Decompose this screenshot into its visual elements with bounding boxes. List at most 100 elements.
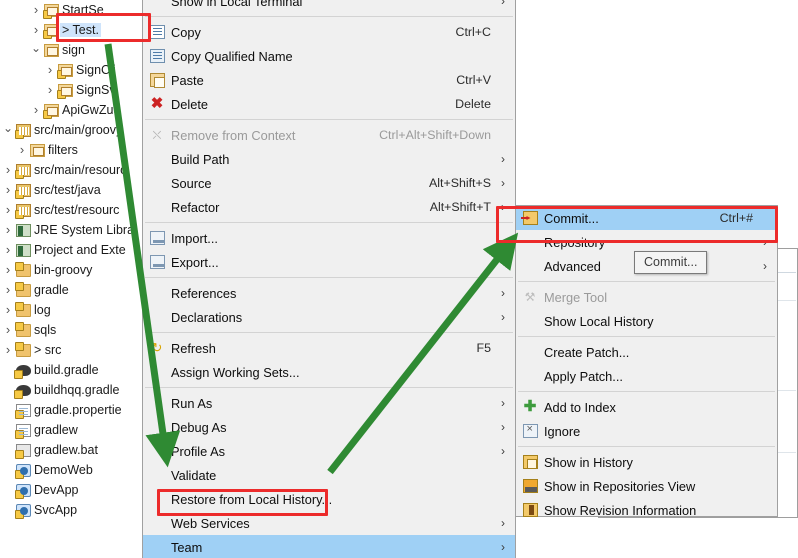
tree-item[interactable]: > Test. — [0, 20, 142, 40]
tree-item[interactable]: JRE System Libra — [0, 220, 142, 240]
gradle-file-icon — [13, 364, 32, 379]
tree-item[interactable]: > src — [0, 340, 142, 360]
export-icon-glyph — [149, 255, 165, 269]
tree-item[interactable]: gradlew — [0, 420, 142, 440]
tree-item[interactable]: log — [0, 300, 142, 320]
menu-item-export[interactable]: Export...› — [143, 250, 515, 274]
menu-item-show-in-local-terminal[interactable]: Show in Local Terminal › — [143, 0, 515, 13]
tree-item[interactable]: src/test/resourc — [0, 200, 142, 220]
tree-item-label: DevApp — [34, 483, 79, 497]
chevron-closed-icon[interactable] — [30, 3, 42, 17]
menu-item-paste[interactable]: PasteCtrl+V› — [143, 68, 515, 92]
menu-item-label: Create Patch... — [544, 344, 630, 360]
menu-item-apply-patch[interactable]: Apply Patch...› — [516, 364, 777, 388]
menu-item-debug-as[interactable]: Debug As › — [143, 415, 515, 439]
tree-item[interactable]: gradlew.bat — [0, 440, 142, 460]
chevron-closed-icon[interactable] — [2, 243, 14, 257]
menu-item-show-local-history[interactable]: Show Local History› — [516, 309, 777, 333]
menu-item-assign-working-sets[interactable]: Assign Working Sets...› — [143, 360, 515, 384]
gradle-file-icon-glyph — [13, 384, 31, 399]
menu-item-team[interactable]: Team › — [143, 535, 515, 558]
source-folder-icon-glyph — [14, 123, 31, 139]
tree-item[interactable]: bin-groovy — [0, 260, 142, 280]
menu-item-validate[interactable]: Validate› — [143, 463, 515, 487]
menu-item-show-revision-information[interactable]: Show Revision Information› — [516, 498, 777, 522]
menu-item-show-in-history[interactable]: Show in History› — [516, 450, 777, 474]
menu-item-merge-tool: ⚒Merge Tool› — [516, 285, 777, 309]
menu-item-web-services[interactable]: Web Services › — [143, 511, 515, 535]
menu-item-run-as[interactable]: Run As › — [143, 391, 515, 415]
tree-item[interactable]: filters — [0, 140, 142, 160]
chevron-open-icon[interactable] — [2, 124, 14, 137]
source-folder-icon — [14, 203, 32, 219]
menu-item-build-path[interactable]: Build Path › — [143, 147, 515, 171]
chevron-open-icon[interactable] — [30, 44, 42, 57]
tree-item-label: filters — [48, 143, 78, 157]
menu-item-create-patch[interactable]: Create Patch...› — [516, 340, 777, 364]
tree-item[interactable]: DemoWeb — [0, 460, 142, 480]
chevron-closed-icon[interactable] — [30, 103, 42, 117]
tree-item[interactable]: Project and Exte — [0, 240, 142, 260]
paste-icon-glyph — [149, 73, 165, 88]
tree-item[interactable]: buildhqq.gradle — [0, 380, 142, 400]
tree-item[interactable]: gradle.propertie — [0, 400, 142, 420]
menu-item-add-to-index[interactable]: ✚Add to Index› — [516, 395, 777, 419]
tree-item-label: gradlew — [34, 423, 78, 437]
project-explorer-tree[interactable]: StartSe > Test. sign SignCli SignSv ApiGwZuu s… — [0, 0, 142, 558]
menu-item-copy[interactable]: CopyCtrl+C› — [143, 20, 515, 44]
tree-item-label: SvcApp — [34, 503, 78, 517]
tree-item[interactable]: build.gradle — [0, 360, 142, 380]
menu-item-import[interactable]: Import...› — [143, 226, 515, 250]
menu-item-profile-as[interactable]: Profile As › — [143, 439, 515, 463]
menu-item-ignore[interactable]: Ignore› — [516, 419, 777, 443]
tree-item[interactable]: sqls — [0, 320, 142, 340]
chevron-closed-icon[interactable] — [2, 223, 14, 237]
ignore-icon-glyph — [522, 423, 538, 438]
chevron-closed-icon[interactable] — [30, 23, 42, 37]
menu-item-restore-from-local-history[interactable]: Restore from Local History...› — [143, 487, 515, 511]
menu-item-declarations[interactable]: Declarations › — [143, 305, 515, 329]
tree-item[interactable]: sign — [0, 40, 142, 60]
menu-item-commit[interactable]: Commit...Ctrl+#› — [516, 206, 777, 230]
chevron-closed-icon[interactable] — [2, 343, 14, 357]
chevron-closed-icon[interactable] — [2, 283, 14, 297]
tree-item[interactable]: SvcApp — [0, 500, 142, 520]
chevron-closed-icon[interactable] — [44, 83, 56, 97]
tree-item[interactable]: SignSv — [0, 80, 142, 100]
menu-item-remove-from-context: ⛌Remove from ContextCtrl+Alt+Shift+Down› — [143, 123, 515, 147]
chevron-closed-icon[interactable] — [2, 163, 14, 177]
tree-item-label: sqls — [34, 323, 57, 337]
chevron-closed-icon[interactable] — [16, 143, 28, 157]
show-revision-information-icon-glyph — [522, 503, 538, 517]
menu-item-refactor[interactable]: Refactor Alt+Shift+T › — [143, 195, 515, 219]
tree-item[interactable]: SignCli — [0, 60, 142, 80]
tree-item[interactable]: ApiGwZuu — [0, 100, 142, 120]
chevron-closed-icon[interactable] — [2, 263, 14, 277]
chevron-closed-icon[interactable] — [44, 63, 56, 77]
source-folder-icon — [14, 183, 32, 199]
menu-item-source[interactable]: Source Alt+Shift+S › — [143, 171, 515, 195]
menu-item-copy-qualified-name[interactable]: Copy Qualified Name› — [143, 44, 515, 68]
menu-item-delete[interactable]: ✖DeleteDelete› — [143, 92, 515, 116]
menu-item-references[interactable]: References › — [143, 281, 515, 305]
chevron-closed-icon[interactable] — [2, 203, 14, 217]
jre-library-icon-glyph — [15, 223, 31, 237]
tree-item[interactable]: gradle — [0, 280, 142, 300]
folder-icon-glyph — [14, 341, 31, 357]
menu-item-label: Paste — [171, 72, 204, 88]
tree-item[interactable]: DevApp — [0, 480, 142, 500]
chevron-closed-icon[interactable] — [2, 303, 14, 317]
add-to-index-icon-glyph: ✚ — [523, 398, 537, 415]
maven-project-icon — [14, 483, 32, 499]
java-class-lock-icon-glyph — [42, 103, 59, 119]
context-menu[interactable]: Show in Local Terminal › Copy Ctrl+C › Copy Q… — [142, 0, 516, 558]
java-class-lock-icon-glyph — [42, 23, 59, 39]
chevron-closed-icon[interactable] — [2, 323, 14, 337]
menu-item-refresh[interactable]: ↻RefreshF5› — [143, 336, 515, 360]
tree-item[interactable]: src/main/resourc — [0, 160, 142, 180]
tree-item[interactable]: src/test/java — [0, 180, 142, 200]
tree-item[interactable]: src/main/groovy — [0, 120, 142, 140]
menu-item-show-in-repositories-view[interactable]: Show in Repositories View› — [516, 474, 777, 498]
chevron-closed-icon[interactable] — [2, 183, 14, 197]
tree-item[interactable]: StartSe — [0, 0, 142, 20]
